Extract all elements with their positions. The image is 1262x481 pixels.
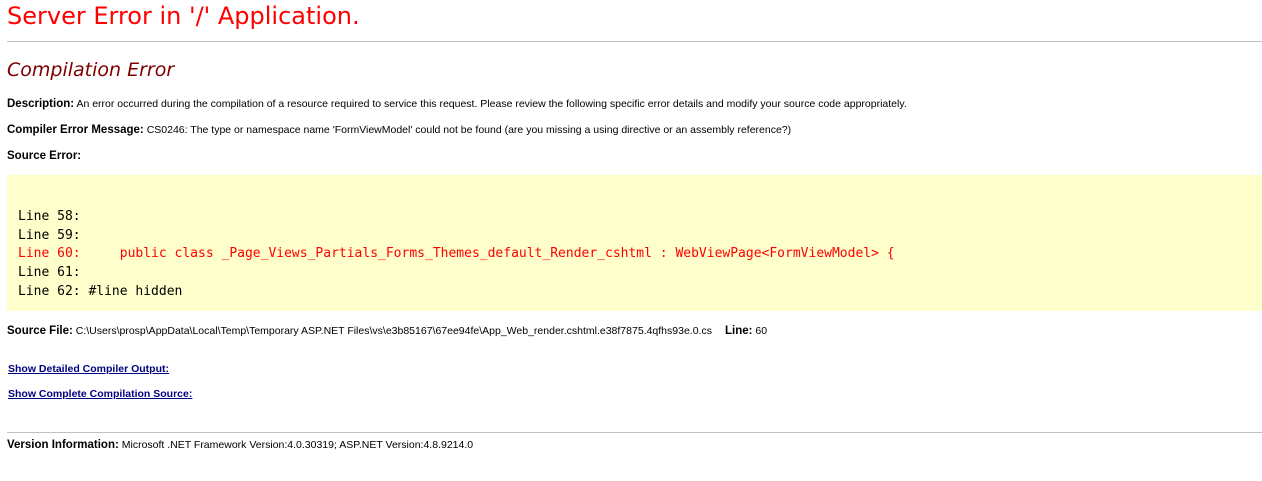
description-text: An error occurred during the compilation… [76,98,907,110]
source-line: Line 61: [18,265,81,281]
source-code: Line 58: Line 59: Line 60: public class … [18,208,895,302]
page-title: Server Error in '/' Application. [7,2,360,30]
description-row: Description: An error occurred during th… [7,97,907,111]
source-line: Line 59: [18,227,81,243]
source-line-error: Line 60: public class _Page_Views_Partia… [18,246,895,262]
source-file-path: C:\Users\prosp\AppData\Local\Temp\Tempor… [75,325,712,337]
line-value: 60 [755,325,768,337]
top-divider [7,41,1262,42]
compiler-message-text: CS0246: The type or namespace name 'Form… [146,124,792,136]
source-error-row: Source Error: [7,149,81,163]
bottom-divider [7,432,1262,433]
version-text: Microsoft .NET Framework Version:4.0.303… [121,439,474,451]
source-line: Line 58: [18,209,81,224]
line-label: Line: [724,325,753,337]
source-file-label: Source File: [7,325,73,337]
section-title: Compilation Error [7,59,175,81]
description-label: Description: [7,98,75,110]
source-error-label: Source Error: [7,150,82,162]
source-file-row: Source File: C:\Users\prosp\AppData\Loca… [7,324,767,338]
compiler-message-row: Compiler Error Message: CS0246: The type… [7,123,791,137]
source-code-box: Line 58: Line 59: Line 60: public class … [7,175,1262,311]
version-row: Version Information: Microsoft .NET Fram… [7,438,473,452]
show-complete-compilation-source-link[interactable]: Show Complete Compilation Source: [8,387,192,401]
version-label: Version Information: [7,439,119,451]
show-detailed-compiler-output-link[interactable]: Show Detailed Compiler Output: [8,362,169,376]
source-line: Line 62: #line hidden [18,283,183,299]
compiler-message-label: Compiler Error Message: [7,124,144,136]
error-page: Server Error in '/' Application. Compila… [0,0,1262,481]
